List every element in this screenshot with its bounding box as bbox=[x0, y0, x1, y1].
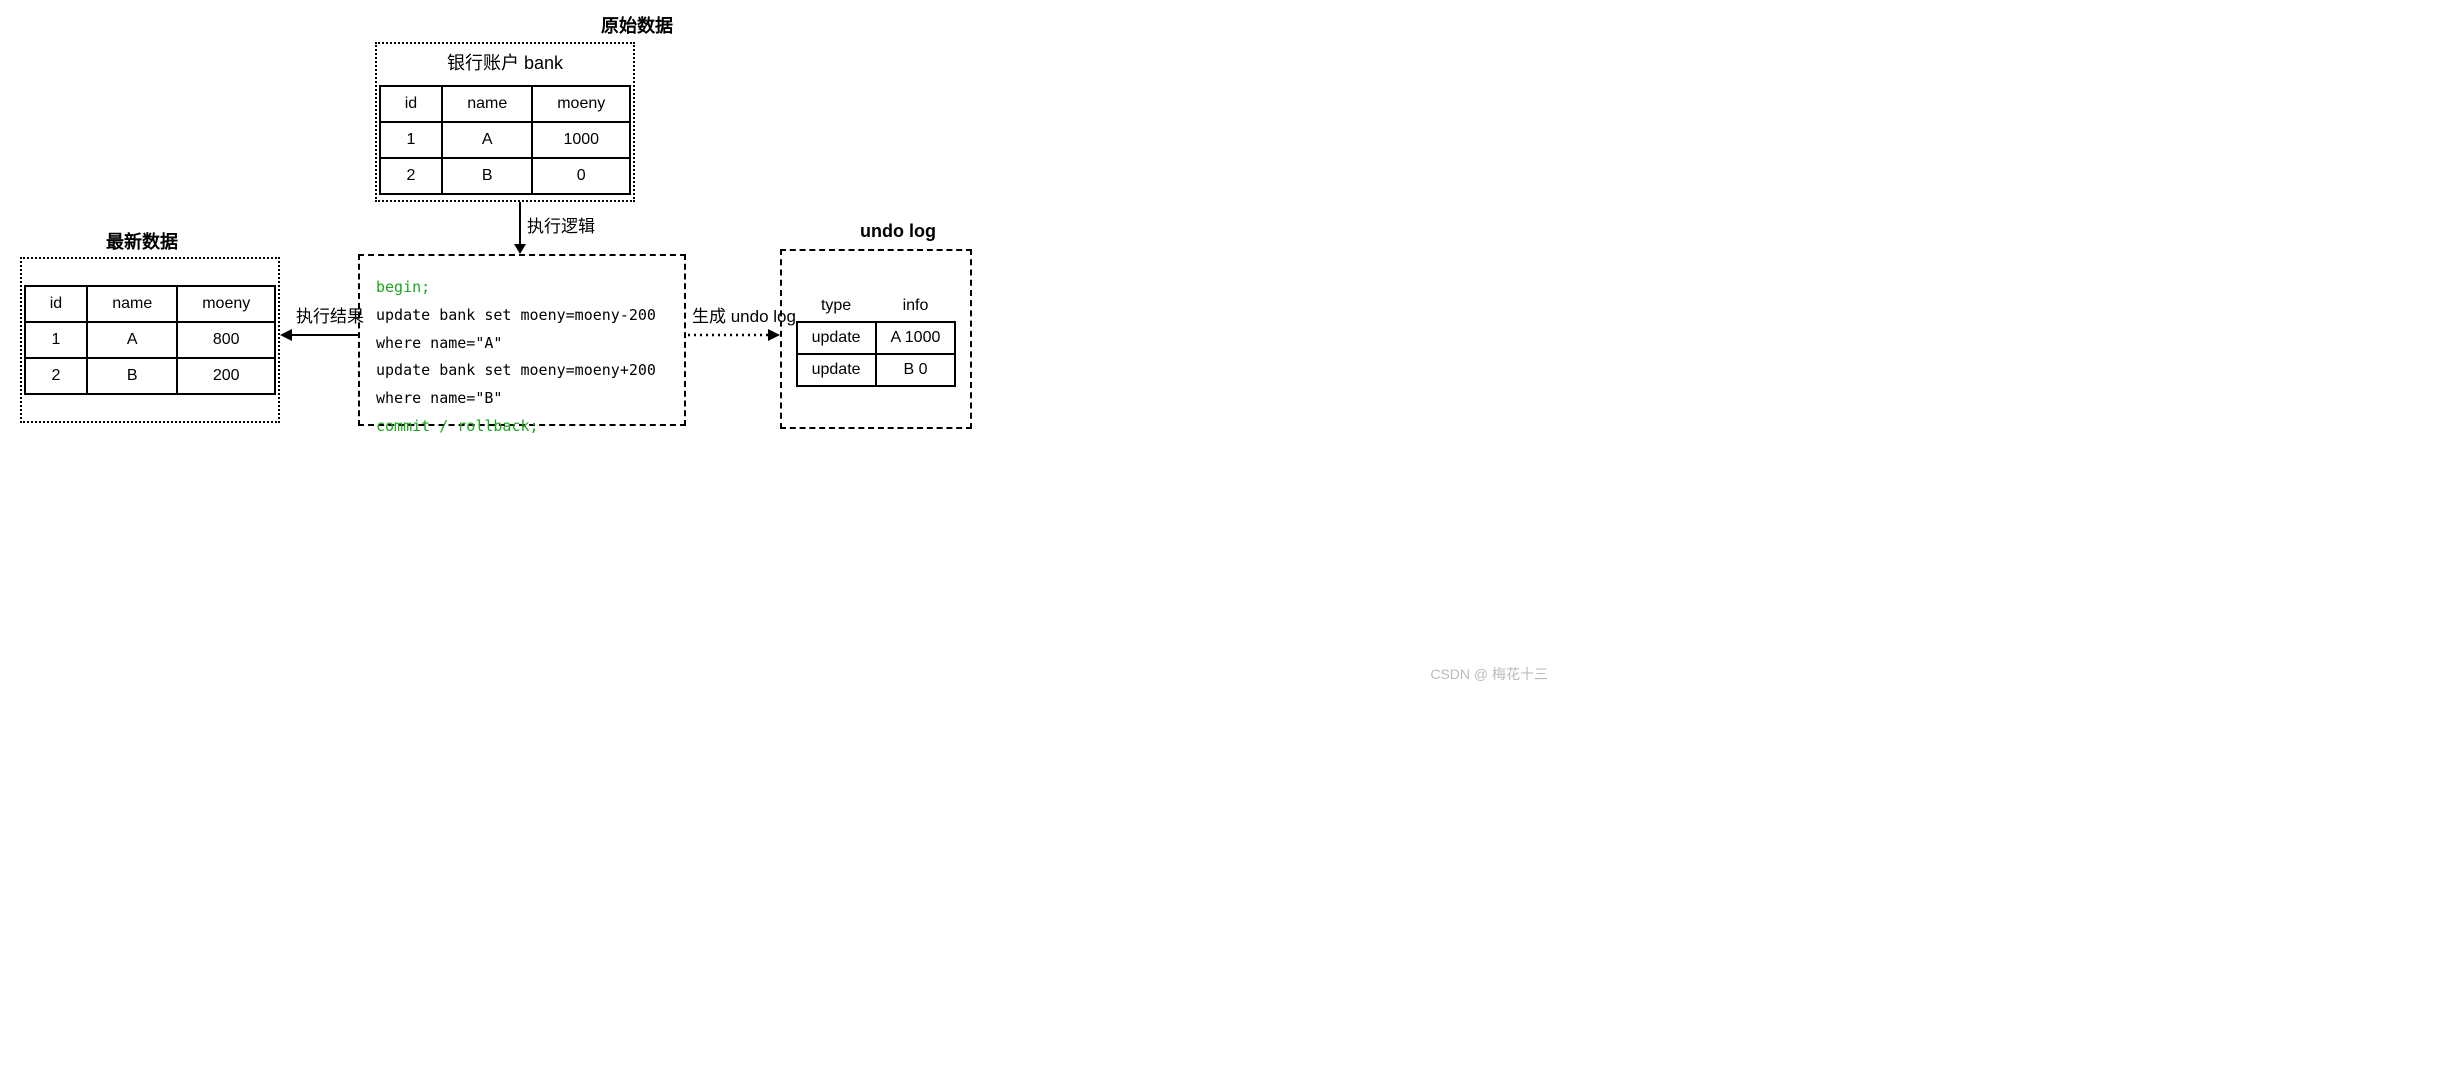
th-name: name bbox=[442, 86, 532, 122]
table-header-row: id name moeny bbox=[25, 286, 276, 322]
label-exec-logic: 执行逻辑 bbox=[527, 212, 595, 237]
table-row: 1 A 1000 bbox=[380, 122, 631, 158]
table-row: update B 0 bbox=[797, 354, 956, 386]
arrow-right-dotted-icon bbox=[688, 325, 780, 345]
original-data-box: 银行账户 bank id name moeny 1 A 1000 2 B 0 bbox=[375, 42, 635, 202]
code-commit: commit / rollback; bbox=[376, 413, 668, 441]
undo-log-box: type info update A 1000 update B 0 bbox=[780, 249, 972, 429]
bank-table-title: 银行账户 bank bbox=[447, 49, 563, 75]
bank-table: id name moeny 1 A 1000 2 B 0 bbox=[379, 85, 632, 195]
table-header-row: id name moeny bbox=[380, 86, 631, 122]
watermark: CSDN @ 梅花十三 bbox=[1430, 664, 1548, 684]
code-box: begin; update bank set moeny=moeny-200 w… bbox=[358, 254, 686, 426]
diagram-canvas: 原始数据 最新数据 undo log 银行账户 bank id name moe… bbox=[0, 0, 1560, 690]
code-begin: begin; bbox=[376, 274, 668, 302]
latest-table: id name moeny 1 A 800 2 B 200 bbox=[24, 285, 277, 395]
title-original: 原始数据 bbox=[601, 12, 673, 38]
table-row: 2 B 0 bbox=[380, 158, 631, 194]
th-moeny: moeny bbox=[532, 86, 630, 122]
table-header-row: type info bbox=[797, 291, 956, 322]
label-exec-result: 执行结果 bbox=[296, 302, 364, 327]
undo-table: type info update A 1000 update B 0 bbox=[796, 291, 957, 387]
table-row: update A 1000 bbox=[797, 322, 956, 354]
latest-data-box: id name moeny 1 A 800 2 B 200 bbox=[20, 257, 280, 423]
title-undo: undo log bbox=[860, 221, 936, 242]
th-id: id bbox=[380, 86, 442, 122]
code-stmt2: update bank set moeny=moeny+200 where na… bbox=[376, 357, 668, 413]
title-latest: 最新数据 bbox=[106, 228, 178, 254]
code-stmt1: update bank set moeny=moeny-200 where na… bbox=[376, 302, 668, 358]
table-row: 1 A 800 bbox=[25, 322, 276, 358]
table-row: 2 B 200 bbox=[25, 358, 276, 394]
arrow-left-icon bbox=[280, 325, 358, 345]
label-gen-undo: 生成 undo log bbox=[692, 302, 796, 327]
